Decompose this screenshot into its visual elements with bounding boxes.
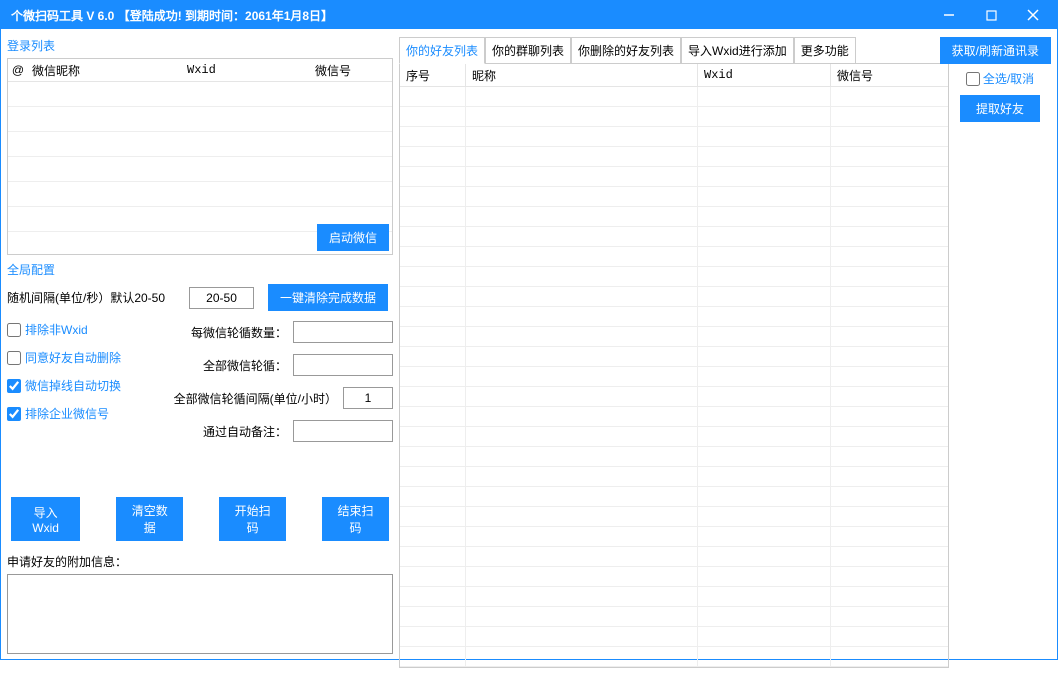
table-row[interactable] — [8, 132, 392, 157]
table-row[interactable] — [400, 647, 948, 667]
cycle-interval-label: 全部微信轮循间隔(单位/小时） — [174, 390, 337, 407]
table-row[interactable] — [400, 247, 948, 267]
auto-delete-checkbox[interactable]: 同意好友自动删除 — [7, 349, 147, 366]
table-row[interactable] — [400, 367, 948, 387]
global-config-header: 全局配置 — [7, 261, 393, 278]
table-row[interactable] — [400, 407, 948, 427]
table-row[interactable] — [400, 127, 948, 147]
table-row[interactable] — [400, 187, 948, 207]
friend-table: 序号 昵称 Wxid 微信号 — [399, 64, 949, 668]
fetch-contacts-button[interactable]: 获取/刷新通讯录 — [940, 37, 1051, 64]
table-row[interactable] — [400, 487, 948, 507]
all-cycle-input[interactable] — [293, 354, 393, 376]
window-title: 个微扫码工具 V 6.0 【登陆成功! 到期时间：2061年1月8日】 — [11, 7, 935, 24]
cycle-interval-input[interactable] — [343, 387, 393, 409]
login-col-nick: 微信昵称 — [28, 62, 183, 79]
table-row[interactable] — [400, 307, 948, 327]
minimize-icon[interactable] — [935, 1, 963, 29]
maximize-icon[interactable] — [977, 1, 1005, 29]
table-row[interactable] — [400, 587, 948, 607]
attach-info-textarea[interactable] — [7, 574, 393, 654]
clear-done-button[interactable]: 一键清除完成数据 — [268, 284, 388, 311]
per-cycle-label: 每微信轮循数量： — [191, 324, 287, 341]
extract-friends-button[interactable]: 提取好友 — [960, 95, 1040, 122]
table-row[interactable] — [400, 567, 948, 587]
tab-friends[interactable]: 你的好友列表 — [399, 37, 485, 64]
login-table: @ 微信昵称 Wxid 微信号 启动微信 — [7, 58, 393, 255]
table-row[interactable] — [400, 527, 948, 547]
table-row[interactable] — [8, 107, 392, 132]
login-col-wxnum: 微信号 — [311, 62, 392, 79]
table-row[interactable] — [400, 507, 948, 527]
table-row[interactable] — [400, 87, 948, 107]
per-cycle-input[interactable] — [293, 321, 393, 343]
table-row[interactable] — [400, 447, 948, 467]
clear-data-button[interactable]: 清空数据 — [116, 497, 183, 541]
close-icon[interactable] — [1019, 1, 1047, 29]
all-cycle-label: 全部微信轮循： — [203, 357, 287, 374]
tab-import[interactable]: 导入Wxid进行添加 — [681, 37, 794, 63]
login-col-at: @ — [8, 63, 28, 77]
table-row[interactable] — [400, 627, 948, 647]
table-row[interactable] — [400, 167, 948, 187]
table-row[interactable] — [400, 607, 948, 627]
table-row[interactable] — [400, 227, 948, 247]
friend-col-seq: 序号 — [400, 64, 466, 86]
friend-col-nick: 昵称 — [466, 64, 698, 86]
auto-remark-label: 通过自动备注： — [203, 423, 287, 440]
table-row[interactable] — [400, 467, 948, 487]
friend-col-wxnum: 微信号 — [831, 64, 948, 86]
table-row[interactable] — [400, 387, 948, 407]
attach-info-label: 申请好友的附加信息： — [7, 553, 393, 570]
exclude-enterprise-checkbox[interactable]: 排除企业微信号 — [7, 405, 147, 422]
stop-scan-button[interactable]: 结束扫码 — [322, 497, 389, 541]
table-row[interactable] — [8, 157, 392, 182]
tab-more[interactable]: 更多功能 — [794, 37, 856, 63]
table-row[interactable] — [400, 327, 948, 347]
table-row[interactable] — [400, 107, 948, 127]
auto-remark-input[interactable] — [293, 420, 393, 442]
table-row[interactable] — [400, 347, 948, 367]
select-all-checkbox[interactable]: 全选/取消 — [966, 70, 1034, 87]
table-row[interactable] — [8, 82, 392, 107]
interval-input[interactable] — [189, 287, 254, 309]
tab-groups[interactable]: 你的群聊列表 — [485, 37, 571, 63]
friend-col-wxid: Wxid — [698, 64, 831, 86]
exclude-non-wxid-checkbox[interactable]: 排除非Wxid — [7, 321, 147, 338]
interval-label: 随机间隔(单位/秒）默认20-50 — [7, 289, 165, 306]
table-row[interactable] — [400, 207, 948, 227]
login-list-header: 登录列表 — [7, 37, 393, 54]
titlebar: 个微扫码工具 V 6.0 【登陆成功! 到期时间：2061年1月8日】 — [1, 1, 1057, 29]
start-wechat-button[interactable]: 启动微信 — [317, 224, 389, 251]
table-row[interactable] — [400, 267, 948, 287]
start-scan-button[interactable]: 开始扫码 — [219, 497, 286, 541]
table-row[interactable] — [400, 547, 948, 567]
table-row[interactable] — [400, 287, 948, 307]
table-row[interactable] — [400, 427, 948, 447]
import-wxid-button[interactable]: 导入Wxid — [11, 497, 80, 541]
table-row[interactable] — [8, 182, 392, 207]
offline-switch-checkbox[interactable]: 微信掉线自动切换 — [7, 377, 147, 394]
login-col-wxid: Wxid — [183, 63, 311, 77]
table-row[interactable] — [400, 147, 948, 167]
tab-deleted[interactable]: 你删除的好友列表 — [571, 37, 681, 63]
